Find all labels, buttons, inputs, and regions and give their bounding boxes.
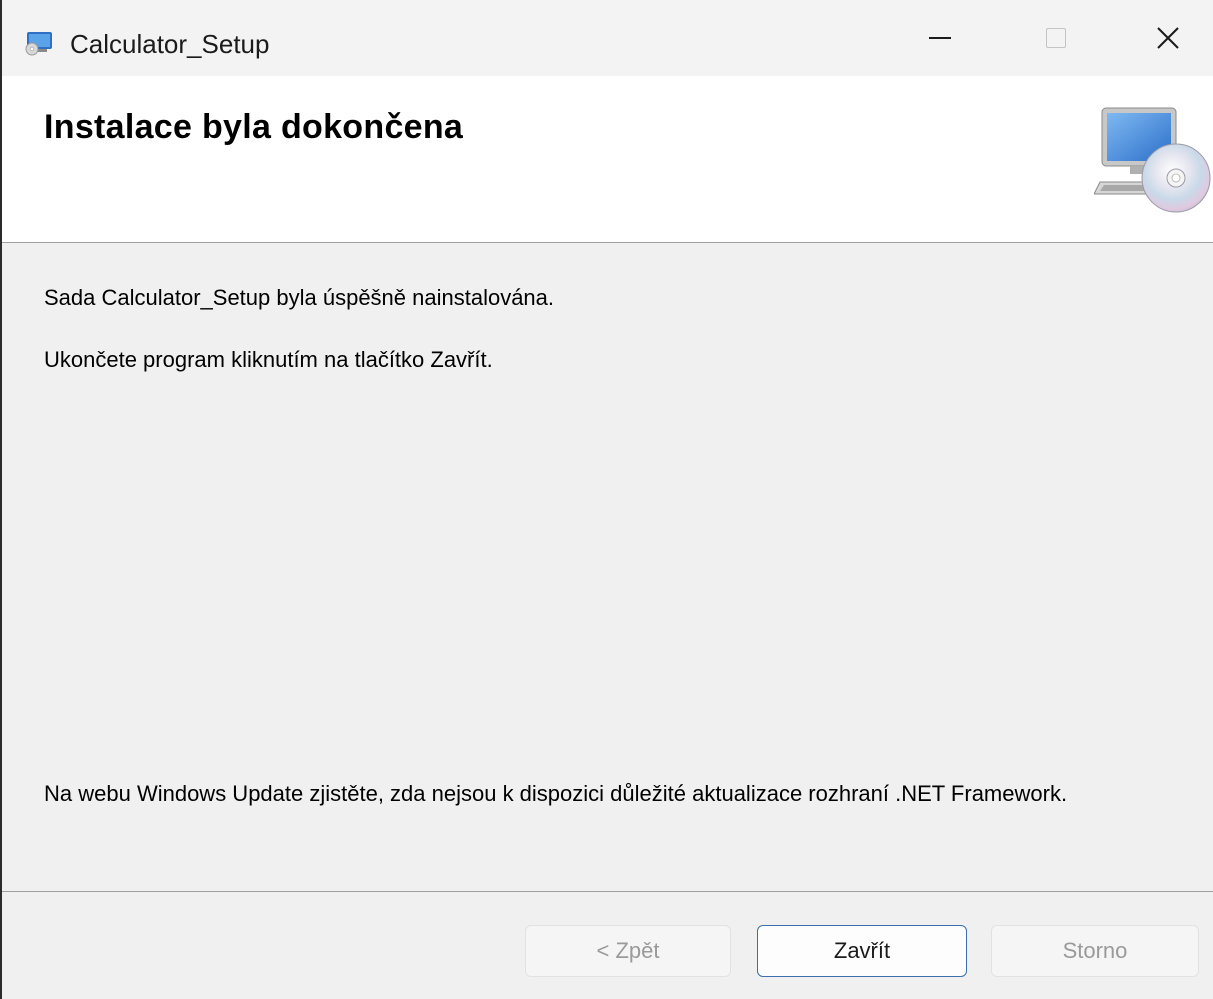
cancel-button[interactable]: Storno [991,925,1199,977]
close-icon [1157,27,1179,49]
exit-instruction: Ukončete program kliknutím na tlačítko Z… [44,347,493,372]
maximize-icon [1046,28,1066,48]
update-notice: Na webu Windows Update zjistěte, zda nej… [44,781,1068,806]
computer-cd-icon [1094,107,1211,213]
maximize-button[interactable] [998,0,1114,76]
installer-window: Calculator_Setup Instalace byla dokončen… [0,0,1213,999]
success-message: Sada Calculator_Setup byla úspěšně nains… [44,285,555,310]
title-bar[interactable]: Calculator_Setup [2,0,1213,76]
footer-divider [2,891,1213,892]
minimize-icon [929,37,951,39]
page-title: Instalace byla dokončena [44,108,464,146]
header-banner: Instalace byla dokončena [2,76,1213,243]
close-button[interactable]: Zavřít [757,925,967,977]
back-button[interactable]: < Zpět [525,925,731,977]
window-title: Calculator_Setup [70,29,270,59]
setup-app-icon [25,32,52,56]
minimize-button[interactable] [882,0,998,76]
close-window-button[interactable] [1110,0,1213,76]
